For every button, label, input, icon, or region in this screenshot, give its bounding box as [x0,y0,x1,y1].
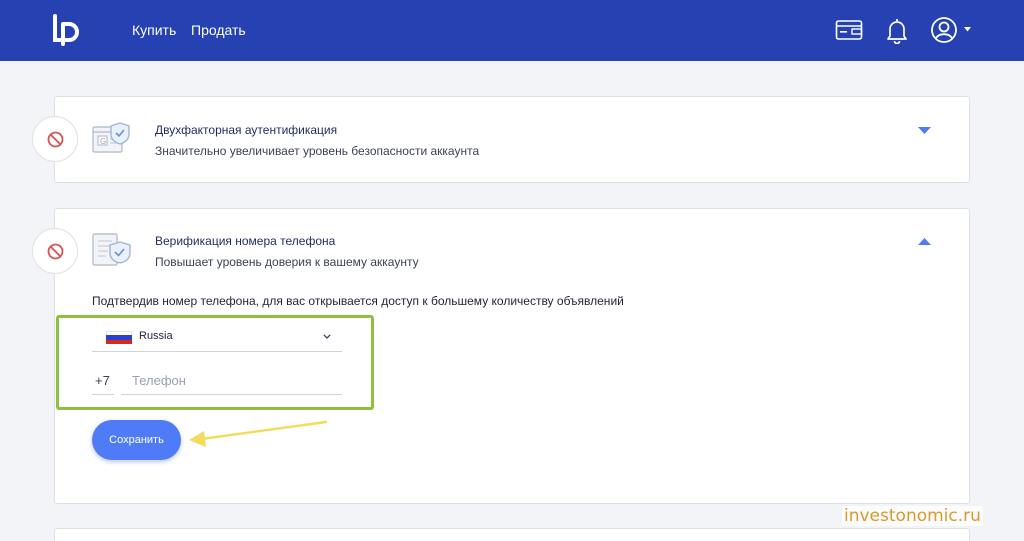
caret-down-icon [964,27,971,32]
not-allowed-icon [47,131,64,148]
top-navbar: Купить Продать [0,0,1024,61]
nav-buy-link[interactable]: Купить [132,22,176,38]
not-allowed-icon [47,243,64,260]
phone-verification-title: Верификация номера телефона [155,234,336,248]
russia-flag-icon [106,331,132,344]
two-factor-card[interactable] [54,96,970,183]
save-button[interactable]: Сохранить [92,420,181,460]
nav-sell-link[interactable]: Продать [191,22,246,38]
two-factor-title: Двухфакторная аутентификация [155,123,338,137]
bell-icon[interactable] [886,17,908,44]
country-name: Russia [139,330,173,342]
authenticator-icon: G [92,122,130,153]
account-menu[interactable] [930,16,972,46]
two-factor-status [32,116,78,162]
two-factor-subtitle: Значительно увеличивает уровень безопасн… [155,144,480,158]
phone-verification-status [32,228,78,274]
next-card [54,528,970,541]
expand-arrow-icon[interactable] [918,127,931,135]
annotation-arrow-icon [189,420,328,447]
wallet-icon[interactable] [835,19,863,41]
document-shield-icon [92,233,131,266]
phone-verification-hint: Подтвердив номер телефона, для вас откры… [92,294,624,308]
user-icon [931,17,957,43]
country-select[interactable]: Russia [92,322,342,352]
svg-text:G: G [100,137,106,146]
phone-verification-subtitle: Повышает уровень доверия к вашему аккаун… [155,255,419,269]
phone-input[interactable] [121,366,342,395]
logo-icon[interactable] [52,14,82,46]
chevron-down-icon [323,334,331,339]
collapse-arrow-icon[interactable] [918,238,931,246]
phone-prefix: +7 [92,366,114,395]
watermark-text: investonomic.ru [842,506,983,526]
